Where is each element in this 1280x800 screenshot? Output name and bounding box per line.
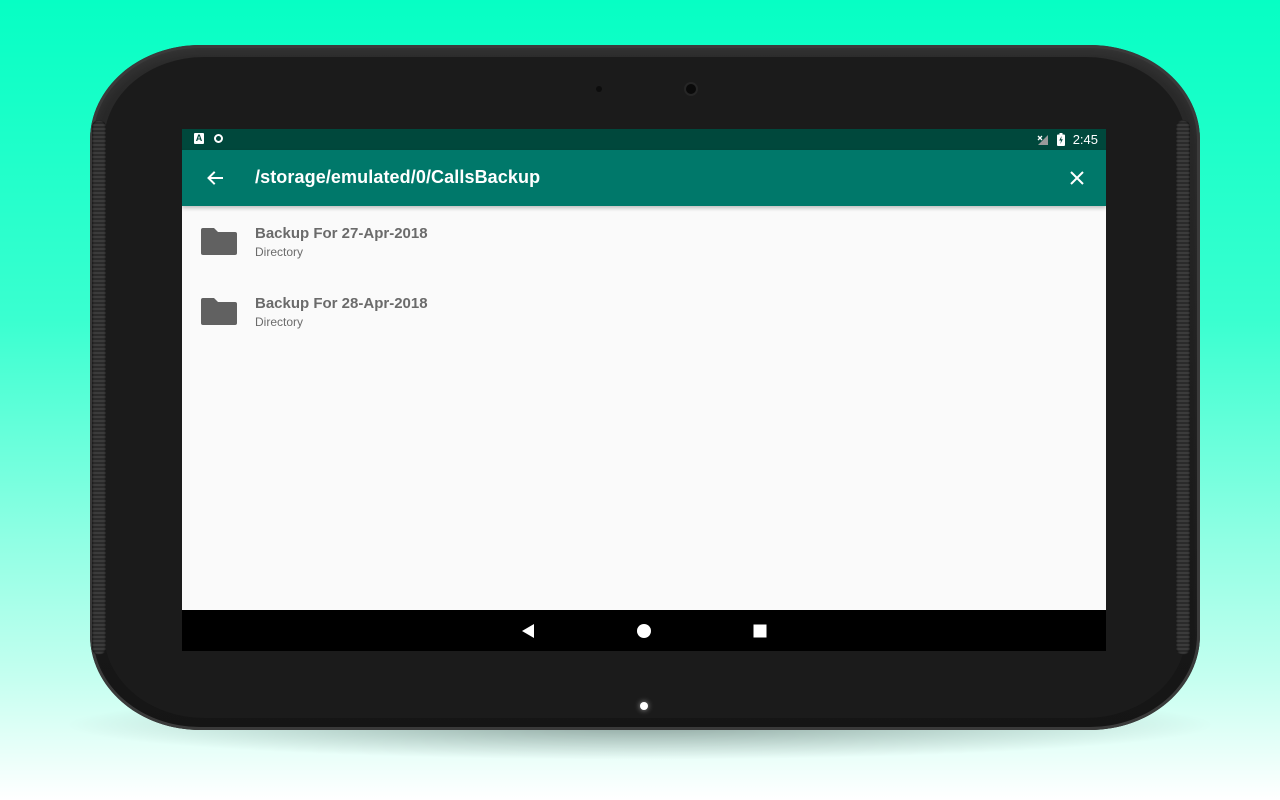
- app-toolbar: /storage/emulated/0/CallsBackup: [182, 150, 1106, 206]
- current-path-title: /storage/emulated/0/CallsBackup: [255, 167, 541, 187]
- list-item-title: Backup For 28-Apr-2018: [255, 295, 428, 312]
- arrow-back-icon: [207, 171, 223, 185]
- battery-charging-icon: [1056, 133, 1065, 146]
- home-circle-icon: [637, 624, 651, 638]
- proximity-sensor: [596, 86, 602, 92]
- list-item-subtitle: Directory: [255, 315, 304, 329]
- list-item[interactable]: Backup For 27-Apr-2018 Directory: [182, 206, 1106, 276]
- status-left-icons: A: [194, 133, 223, 144]
- back-button[interactable]: [199, 162, 231, 194]
- folder-icon: [201, 298, 237, 325]
- close-icon: [1070, 171, 1084, 185]
- list-item-subtitle: Directory: [255, 245, 304, 259]
- nav-recents-button[interactable]: [749, 620, 771, 642]
- close-button[interactable]: [1061, 162, 1093, 194]
- file-list: Backup For 27-Apr-2018 Directory Backup …: [182, 206, 1106, 346]
- status-right-icons: 2:45: [1037, 132, 1098, 147]
- recents-square-icon: [753, 624, 767, 638]
- nav-home-button[interactable]: [633, 620, 655, 642]
- list-item-title: Backup For 27-Apr-2018: [255, 225, 428, 242]
- left-speaker-grille: [92, 120, 106, 655]
- back-triangle-icon: [522, 624, 534, 638]
- status-time: 2:45: [1072, 132, 1098, 147]
- system-nav-bar: [182, 610, 1106, 651]
- sync-circle-icon: [214, 134, 223, 143]
- no-signal-icon: [1037, 134, 1048, 145]
- nav-back-button[interactable]: [517, 620, 539, 642]
- folder-icon: [201, 228, 237, 255]
- a-notification-icon: A: [194, 133, 204, 144]
- device-screen: A 2:45 /storage/emulated/0/CallsBackup B…: [182, 129, 1106, 651]
- status-bar: A 2:45: [182, 129, 1106, 150]
- list-item[interactable]: Backup For 28-Apr-2018 Directory: [182, 276, 1106, 346]
- right-speaker-grille: [1176, 120, 1190, 655]
- front-camera: [686, 84, 696, 94]
- hardware-home-indicator: [640, 702, 648, 710]
